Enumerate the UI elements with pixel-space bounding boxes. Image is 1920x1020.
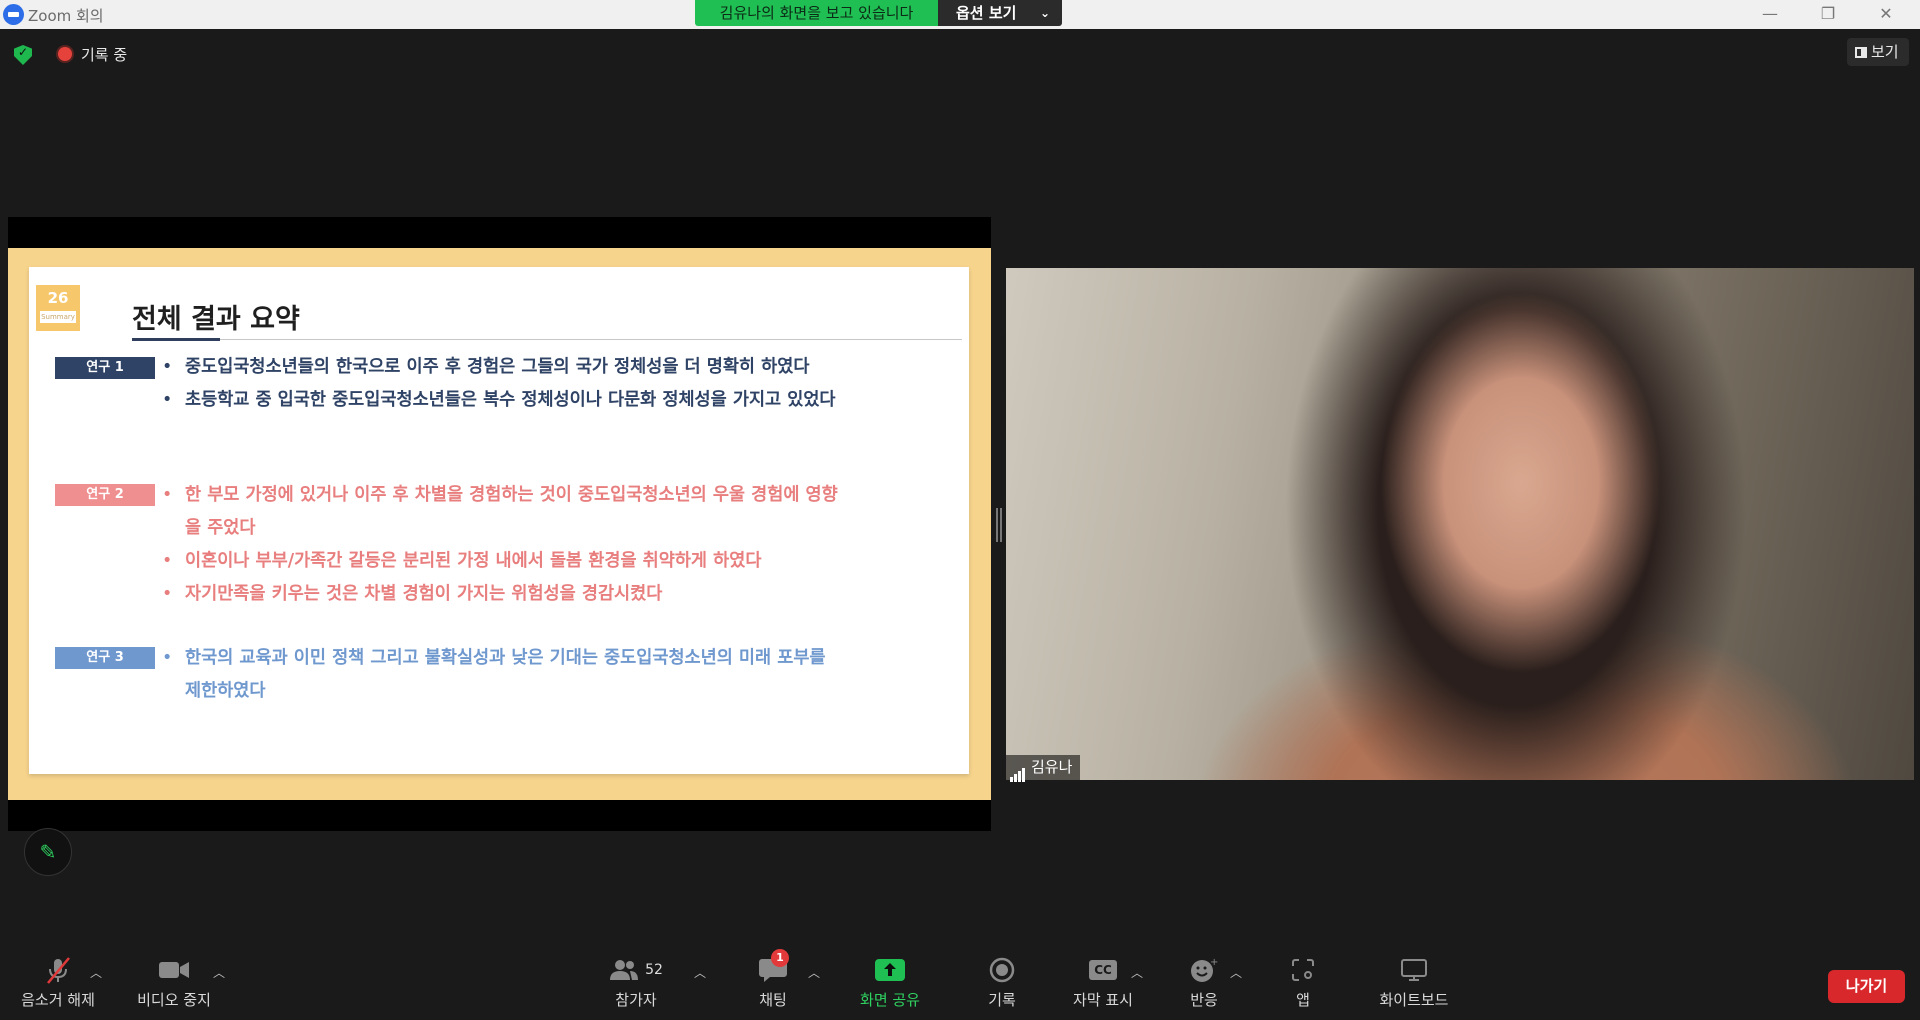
pencil-icon: ✎: [39, 840, 57, 864]
study-2-tag: 연구 2: [55, 484, 155, 506]
minimize-icon: —: [1762, 4, 1778, 23]
recording-icon: [58, 47, 72, 61]
layout-icon: [1855, 47, 1867, 58]
chat-unread-badge: 1: [771, 949, 789, 967]
record-icon: [982, 952, 1022, 988]
chevron-down-icon: ⌄: [1039, 6, 1050, 20]
unmute-label: 음소거 해제: [21, 991, 95, 1009]
recording-label: 기록 중: [81, 46, 128, 64]
slide-frame: 26 Summary 전체 결과 요약 연구 1 중도입국청소년들의 한국으로 …: [8, 248, 991, 800]
captions-button[interactable]: CC 자막 표시: [1068, 952, 1138, 1020]
chat-icon: 1: [748, 949, 798, 988]
slide: 26 Summary 전체 결과 요약 연구 1 중도입국청소년들의 한국으로 …: [29, 267, 969, 774]
encryption-shield-icon[interactable]: [14, 45, 32, 65]
captions-icon: CC: [1068, 952, 1138, 988]
participants-label: 참가자: [615, 991, 657, 1009]
stop-video-button[interactable]: 비디오 중지: [128, 952, 220, 1020]
audio-options-caret[interactable]: ︿: [90, 964, 102, 981]
record-label: 기록: [988, 991, 1016, 1009]
participant-name: 김유나: [1031, 758, 1073, 776]
participants-icon: 52: [606, 952, 666, 988]
unmute-button[interactable]: 음소거 해제: [14, 952, 102, 1020]
study-1-bullet: 초등학교 중 입국한 중도입국청소년들은 복수 정체성이나 다문화 정체성을 가…: [162, 384, 836, 417]
page-subtitle: Summary: [40, 311, 76, 323]
study-1-tag: 연구 1: [55, 357, 155, 379]
participants-count: 52: [645, 962, 663, 978]
study-2-bullet: 이혼이나 부부/가족간 갈등은 분리된 가정 내에서 돌봄 환경을 취약하게 하…: [162, 545, 761, 578]
view-label: 보기: [1871, 43, 1899, 61]
apps-label: 앱: [1296, 991, 1310, 1009]
reactions-label: 반응: [1190, 991, 1218, 1009]
participant-video[interactable]: [1006, 268, 1914, 780]
chat-button[interactable]: 1 채팅: [748, 949, 798, 1020]
captions-label: 자막 표시: [1073, 991, 1133, 1009]
view-button[interactable]: 보기: [1847, 38, 1909, 66]
study-3-bullet: 한국의 교육과 이민 정책 그리고 불확실성과 낮은 기대는 중도입국청소년의 …: [162, 642, 826, 675]
stop-video-label: 비디오 중지: [137, 991, 211, 1009]
participants-options-caret[interactable]: ︿: [694, 964, 706, 981]
svg-text:+: +: [1210, 957, 1218, 968]
title-bar: Zoom 회의 김유나의 화면을 보고 있습니다 옵션 보기 ⌄ — ❐ ✕: [0, 0, 1920, 29]
study-3-bullet-cont: 제한하였다: [185, 681, 266, 701]
slide-title: 전체 결과 요약: [132, 304, 300, 335]
microphone-muted-icon: [14, 952, 102, 988]
share-screen-label: 화면 공유: [860, 991, 920, 1009]
title-accent: [132, 338, 220, 341]
record-button[interactable]: 기록: [982, 952, 1022, 1020]
split-view-handle[interactable]: [996, 508, 1002, 542]
page-number: 26: [47, 289, 69, 307]
video-camera-icon: [128, 952, 220, 988]
close-button[interactable]: ✕: [1858, 0, 1914, 29]
restore-icon: ❐: [1820, 4, 1836, 23]
apps-icon: [1288, 952, 1318, 988]
view-options-button[interactable]: 옵션 보기 ⌄: [938, 0, 1062, 26]
annotate-pen-button[interactable]: ✎: [24, 828, 72, 876]
share-screen-icon: [854, 952, 926, 988]
study-2-bullet: 한 부모 가정에 있거나 이주 후 차별을 경험하는 것이 중도입국청소년의 우…: [162, 479, 838, 512]
study-2-bullet: 자기만족을 키우는 것은 차별 경험이 가지는 위험성을 경감시켰다: [162, 578, 662, 611]
leave-button[interactable]: 나가기: [1828, 970, 1905, 1003]
video-options-caret[interactable]: ︿: [213, 964, 225, 981]
page-badge: 26 Summary: [36, 285, 80, 331]
window-title: Zoom 회의: [28, 7, 104, 25]
view-options-label: 옵션 보기: [956, 4, 1017, 22]
study-2-bullet-cont: 을 주었다: [185, 518, 256, 538]
share-screen-button[interactable]: 화면 공유: [854, 952, 926, 1020]
signal-strength-icon: [1010, 757, 1026, 782]
study-1-bullet: 중도입국청소년들의 한국으로 이주 후 경험은 그들의 국가 정체성을 더 명확…: [162, 351, 809, 384]
share-banner: 김유나의 화면을 보고 있습니다: [695, 0, 938, 26]
whiteboard-label: 화이트보드: [1379, 991, 1449, 1009]
chat-options-caret[interactable]: ︿: [808, 964, 820, 981]
minimize-button[interactable]: —: [1742, 0, 1798, 29]
captions-options-caret[interactable]: ︿: [1131, 964, 1143, 981]
zoom-logo-icon: [3, 4, 24, 25]
reaction-smiley-icon: +: [1184, 952, 1224, 988]
chat-label: 채팅: [759, 991, 787, 1009]
title-divider: [132, 339, 962, 340]
whiteboard-icon: [1374, 952, 1454, 988]
participants-button[interactable]: 52 참가자: [606, 952, 666, 1020]
meeting-toolbar: 음소거 해제 ︿ 비디오 중지 ︿ 52 참가자 ︿ 1 채팅 ︿ 화면 공유: [0, 949, 1920, 1020]
cc-badge: CC: [1089, 960, 1117, 980]
study-3-tag: 연구 3: [55, 647, 155, 669]
restore-button[interactable]: ❐: [1800, 0, 1856, 29]
participant-name-tag: 김유나: [1006, 755, 1081, 782]
shared-screen: 26 Summary 전체 결과 요약 연구 1 중도입국청소년들의 한국으로 …: [8, 217, 991, 831]
close-icon: ✕: [1879, 4, 1893, 23]
whiteboard-button[interactable]: 화이트보드: [1374, 952, 1454, 1020]
apps-button[interactable]: 앱: [1288, 952, 1318, 1020]
reactions-options-caret[interactable]: ︿: [1230, 964, 1242, 981]
reactions-button[interactable]: + 반응: [1184, 952, 1224, 1020]
